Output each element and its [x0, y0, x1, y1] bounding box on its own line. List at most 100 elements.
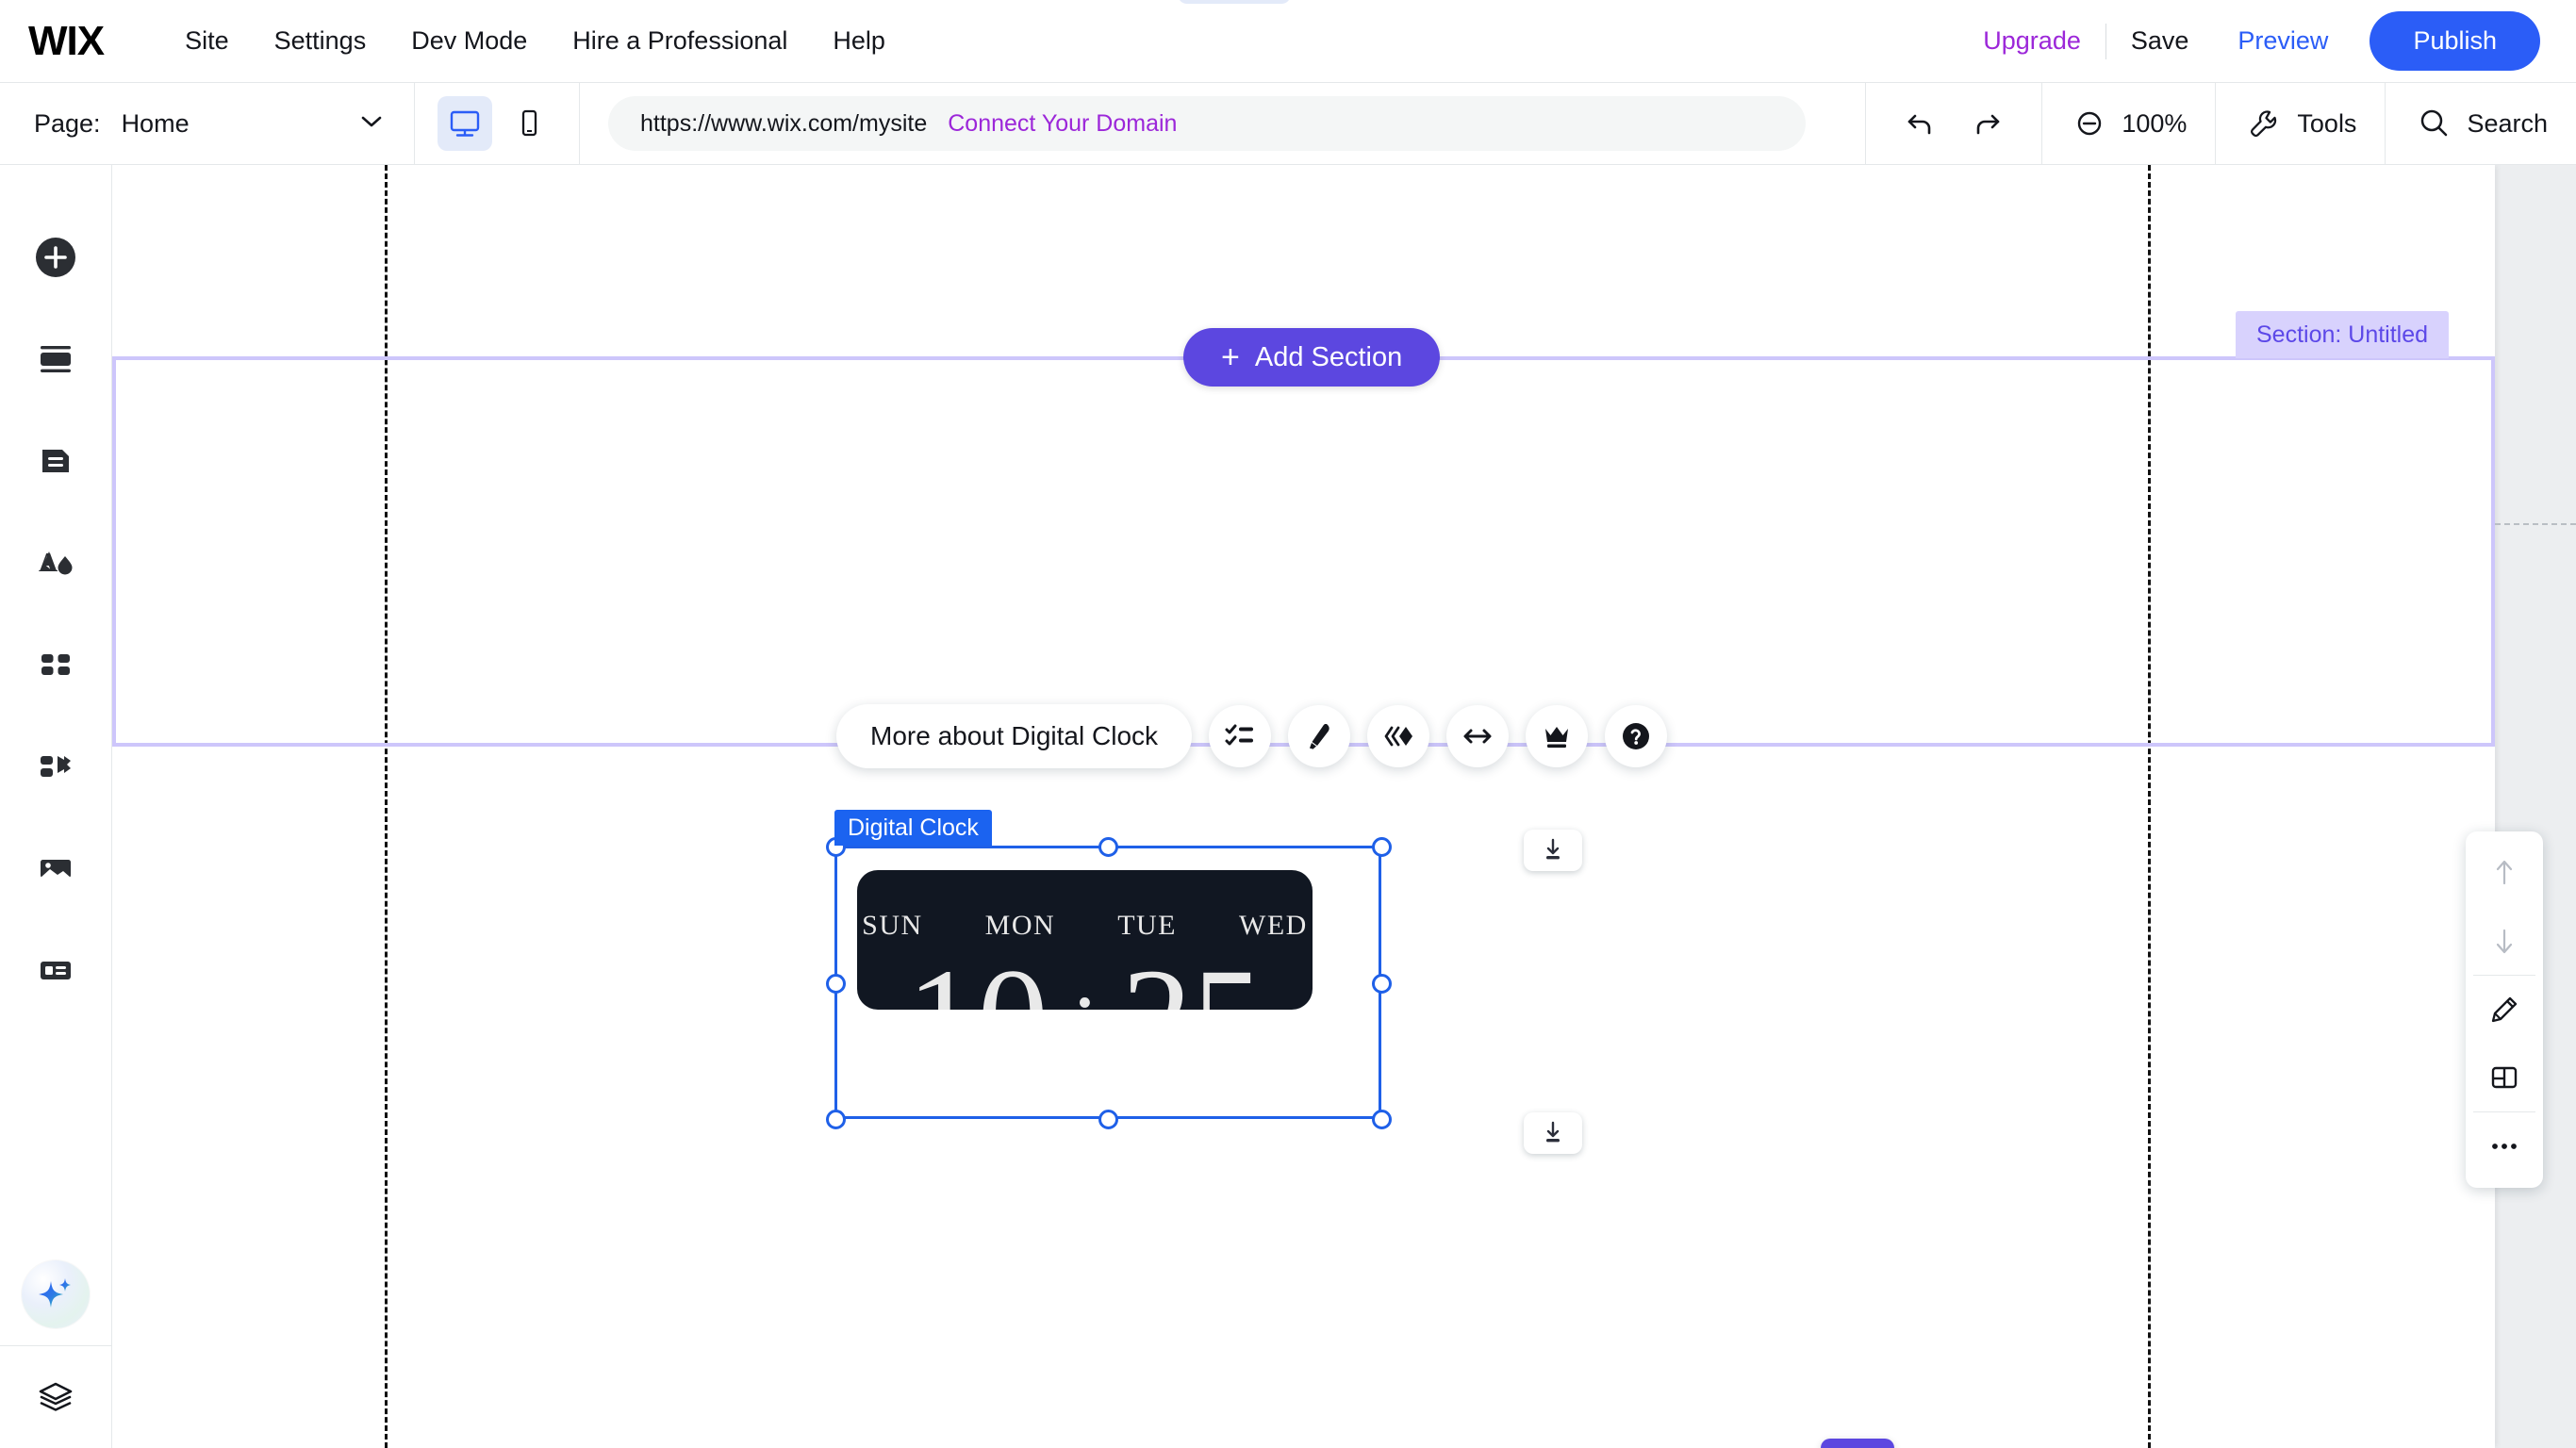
- ellipsis-icon: [2492, 1144, 2517, 1149]
- checklist-settings-icon: [1225, 724, 1254, 746]
- business-puzzle-icon: [41, 756, 71, 777]
- editor-toolbar: Page: Home https://www.wix.com/mysite Co…: [0, 82, 2576, 165]
- arrow-up-icon: [2496, 860, 2513, 885]
- image-icon: [41, 860, 71, 878]
- section-left-boundary: [112, 356, 116, 747]
- tools-button[interactable]: Tools: [2215, 82, 2385, 165]
- plus-circle-icon: [36, 238, 75, 277]
- publish-button[interactable]: Publish: [2370, 11, 2540, 71]
- add-section-button[interactable]: + Add Section: [1183, 328, 1441, 387]
- mobile-view-button[interactable]: [502, 96, 556, 151]
- more-actions-button[interactable]: [2466, 1112, 2543, 1180]
- edit-section-button[interactable]: [2466, 976, 2543, 1044]
- menu-item-help[interactable]: Help: [810, 26, 908, 56]
- resize-handle-top-right[interactable]: [1372, 837, 1392, 857]
- page-selector-label: Page:: [34, 108, 101, 138]
- dock-to-top-button[interactable]: [1524, 830, 1582, 871]
- wix-editor: WIX Site Settings Dev Mode Hire a Profes…: [0, 0, 2576, 1448]
- menu-item-dev-mode[interactable]: Dev Mode: [388, 26, 550, 56]
- widget-upgrade-button[interactable]: [1526, 705, 1589, 767]
- preview-button[interactable]: Preview: [2213, 26, 2353, 56]
- sidebar-item-add-elements[interactable]: [0, 206, 112, 308]
- undo-icon: [1908, 114, 1931, 135]
- outside-guide-line: [2495, 523, 2576, 525]
- section-stretch-handle[interactable]: [1821, 1439, 1894, 1448]
- top-bar: WIX Site Settings Dev Mode Hire a Profes…: [0, 0, 2576, 83]
- section-tag[interactable]: Section: Untitled: [2236, 311, 2450, 358]
- wix-logo[interactable]: WIX: [28, 18, 105, 65]
- device-switcher: [415, 82, 580, 165]
- arrow-down-icon: [2496, 929, 2513, 954]
- brush-icon: [1310, 724, 1329, 749]
- connect-domain-link[interactable]: Connect Your Domain: [948, 110, 1177, 138]
- sidebar-item-layers[interactable]: [0, 1346, 112, 1448]
- redo-button[interactable]: [1960, 97, 2013, 150]
- widget-stretch-button[interactable]: [1446, 705, 1510, 767]
- sidebar-item-site-design[interactable]: A: [0, 512, 112, 614]
- section-layout-button[interactable]: [2466, 1044, 2543, 1111]
- zoom-level-label: 100%: [2122, 108, 2188, 138]
- layout-icon: [2491, 1066, 2518, 1089]
- tools-label: Tools: [2297, 108, 2357, 138]
- resize-handle-top-center[interactable]: [1098, 837, 1118, 857]
- redo-icon: [1977, 114, 2000, 135]
- search-button[interactable]: Search: [2385, 82, 2576, 165]
- top-bar-actions: Upgrade Save Preview Publish: [1958, 11, 2576, 71]
- save-button[interactable]: Save: [2106, 26, 2214, 56]
- page-icon: [42, 450, 69, 472]
- sidebar-item-ai-assistant[interactable]: [0, 1243, 112, 1345]
- more-about-digital-clock-button[interactable]: More about Digital Clock: [836, 704, 1193, 768]
- widget-animation-button[interactable]: [1367, 705, 1430, 767]
- upgrade-button[interactable]: Upgrade: [1958, 26, 2105, 56]
- resize-handle-bottom-center[interactable]: [1098, 1110, 1118, 1129]
- sidebar-item-apps[interactable]: [0, 614, 112, 716]
- canvas-viewport: Section: Untitled + Add Section More abo…: [112, 165, 2576, 1448]
- animation-icon: [1384, 726, 1413, 747]
- resize-handle-middle-right[interactable]: [1372, 974, 1392, 994]
- widget-help-button[interactable]: [1605, 705, 1668, 767]
- sidebar-item-pages-menu[interactable]: [0, 410, 112, 512]
- move-section-up-button[interactable]: [2466, 839, 2543, 907]
- collapse-toolbar-button[interactable]: [1178, 0, 1291, 4]
- cms-table-icon: [41, 962, 71, 979]
- resize-handle-bottom-right[interactable]: [1372, 1110, 1392, 1129]
- selection-box[interactable]: [834, 846, 1381, 1119]
- resize-handle-bottom-left[interactable]: [826, 1110, 846, 1129]
- sidebar-item-media[interactable]: [0, 817, 112, 919]
- chevron-down-icon: [357, 113, 386, 135]
- site-url-text: https://www.wix.com/mysite: [640, 109, 928, 137]
- ai-sparkle-icon: [22, 1260, 90, 1328]
- dock-to-bottom-button[interactable]: [1524, 1112, 1582, 1154]
- widget-design-button[interactable]: [1288, 705, 1351, 767]
- wrench-icon: [2251, 110, 2277, 138]
- sidebar-item-sections[interactable]: [0, 308, 112, 410]
- menu-item-settings[interactable]: Settings: [252, 26, 389, 56]
- add-section-label: Add Section: [1254, 341, 1403, 372]
- sidebar-item-cms[interactable]: [0, 919, 112, 1021]
- resize-handle-middle-left[interactable]: [826, 974, 846, 994]
- zoom-out-icon: [2078, 111, 2102, 136]
- search-label: Search: [2467, 108, 2548, 138]
- page-selector[interactable]: Page: Home: [0, 82, 415, 165]
- mobile-icon: [521, 109, 537, 137]
- move-section-down-button[interactable]: [2466, 907, 2543, 975]
- menu-item-site[interactable]: Site: [162, 26, 252, 56]
- site-url-field[interactable]: https://www.wix.com/mysite Connect Your …: [608, 96, 1806, 151]
- pencil-icon: [2491, 996, 2518, 1023]
- layers-icon: [39, 1382, 73, 1411]
- zoom-control[interactable]: 100%: [2041, 82, 2215, 165]
- crown-icon: [1545, 727, 1569, 749]
- site-url-area: https://www.wix.com/mysite Connect Your …: [580, 83, 1865, 165]
- dock-download-icon: [1546, 1121, 1560, 1143]
- chevron-up-icon: [1222, 0, 1247, 2]
- widget-settings-button[interactable]: [1209, 705, 1272, 767]
- menu-item-hire-a-professional[interactable]: Hire a Professional: [550, 26, 810, 56]
- desktop-view-button[interactable]: [438, 96, 492, 151]
- widget-toolbar: More about Digital Clock: [836, 704, 1668, 768]
- undo-button[interactable]: [1894, 97, 1947, 150]
- left-sidebar: A: [0, 165, 112, 1448]
- selection-label[interactable]: Digital Clock: [834, 810, 992, 846]
- apps-grid-icon: [41, 654, 70, 675]
- toolbar-right-actions: 100% Tools Search: [1865, 82, 2576, 165]
- sidebar-item-my-business[interactable]: [0, 716, 112, 817]
